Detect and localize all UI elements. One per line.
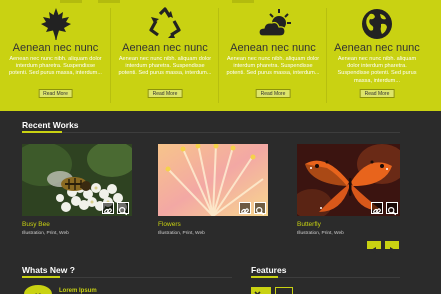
portfolio-item-tags: Illustration, Print, Web bbox=[22, 231, 69, 236]
portfolio-item-title[interactable]: Butterfly bbox=[297, 221, 321, 228]
sun-cloud-icon bbox=[255, 6, 291, 42]
portfolio-item-title[interactable]: Flowers bbox=[158, 221, 181, 228]
feature-title: Aenean nec nunc bbox=[334, 42, 420, 54]
whats-new-heading: Whats New ? bbox=[22, 265, 75, 275]
magnifier-icon[interactable] bbox=[254, 202, 266, 216]
feature-box: Aenean nec nunc Aenean nec nunc nibh. al… bbox=[111, 0, 219, 111]
read-more-button[interactable]: Read More bbox=[147, 89, 183, 98]
read-more-button[interactable]: Read More bbox=[38, 89, 73, 98]
features-band: Aenean nec nunc Aenean nec nunc nibh. al… bbox=[0, 0, 441, 111]
arrow-right-icon bbox=[390, 247, 395, 253]
features-heading: Features bbox=[251, 265, 287, 275]
feature-title: Aenean nec nunc bbox=[230, 42, 316, 54]
feature-box: Aenean nec nunc Aenean nec nunc nibh. al… bbox=[219, 0, 327, 111]
magnifier-icon[interactable] bbox=[386, 202, 398, 216]
feature-description: Aenean nec nunc nibh. aliquam dolor inte… bbox=[226, 56, 320, 77]
carousel-prev-button[interactable] bbox=[367, 241, 381, 253]
feature-box: Aenean nec nunc Aenean nec nunc nibh. al… bbox=[327, 0, 427, 111]
arrow-left-icon bbox=[371, 247, 376, 253]
magnifier-icon[interactable] bbox=[117, 202, 129, 216]
orange-butterfly-photo[interactable] bbox=[297, 144, 400, 216]
recycle-icon bbox=[147, 6, 183, 42]
maple-leaf-icon bbox=[38, 6, 74, 42]
news-item-title[interactable]: Lorem Ipsum bbox=[59, 288, 97, 294]
feature-box: Aenean nec nunc Aenean nec nunc nibh. al… bbox=[0, 0, 111, 111]
recent-works-heading: Recent Works bbox=[22, 120, 79, 130]
tools-icon bbox=[251, 287, 271, 294]
read-more-button[interactable]: Read More bbox=[359, 89, 395, 98]
feature-description: Aenean nec nunc nibh. aliquam dolor inte… bbox=[9, 56, 102, 77]
feature-description: Aenean nec nunc nibh. aliquam dolor inte… bbox=[337, 56, 417, 84]
bee-on-flowers-photo[interactable] bbox=[22, 144, 132, 216]
link-icon[interactable] bbox=[102, 202, 114, 214]
feature-description: Aenean nec nunc nibh. aliquam dolor inte… bbox=[118, 56, 212, 77]
link-icon[interactable] bbox=[371, 202, 383, 214]
news-date-badge: 12 bbox=[24, 285, 52, 294]
portfolio-item-tags: Illustration, Print, Web bbox=[158, 231, 205, 236]
carousel-next-button[interactable] bbox=[385, 241, 399, 253]
globe-icon bbox=[359, 6, 395, 42]
feature-title: Aenean nec nunc bbox=[122, 42, 208, 54]
feature-title: Aenean nec nunc bbox=[12, 42, 99, 54]
link-icon[interactable] bbox=[239, 202, 251, 214]
flower-closeup-photo[interactable] bbox=[158, 144, 268, 216]
portfolio-item-title[interactable]: Busy Bee bbox=[22, 221, 50, 228]
read-more-button[interactable]: Read More bbox=[255, 89, 291, 98]
browser-window-icon bbox=[275, 287, 293, 294]
portfolio-item-tags: Illustration, Print, Web bbox=[297, 231, 344, 236]
